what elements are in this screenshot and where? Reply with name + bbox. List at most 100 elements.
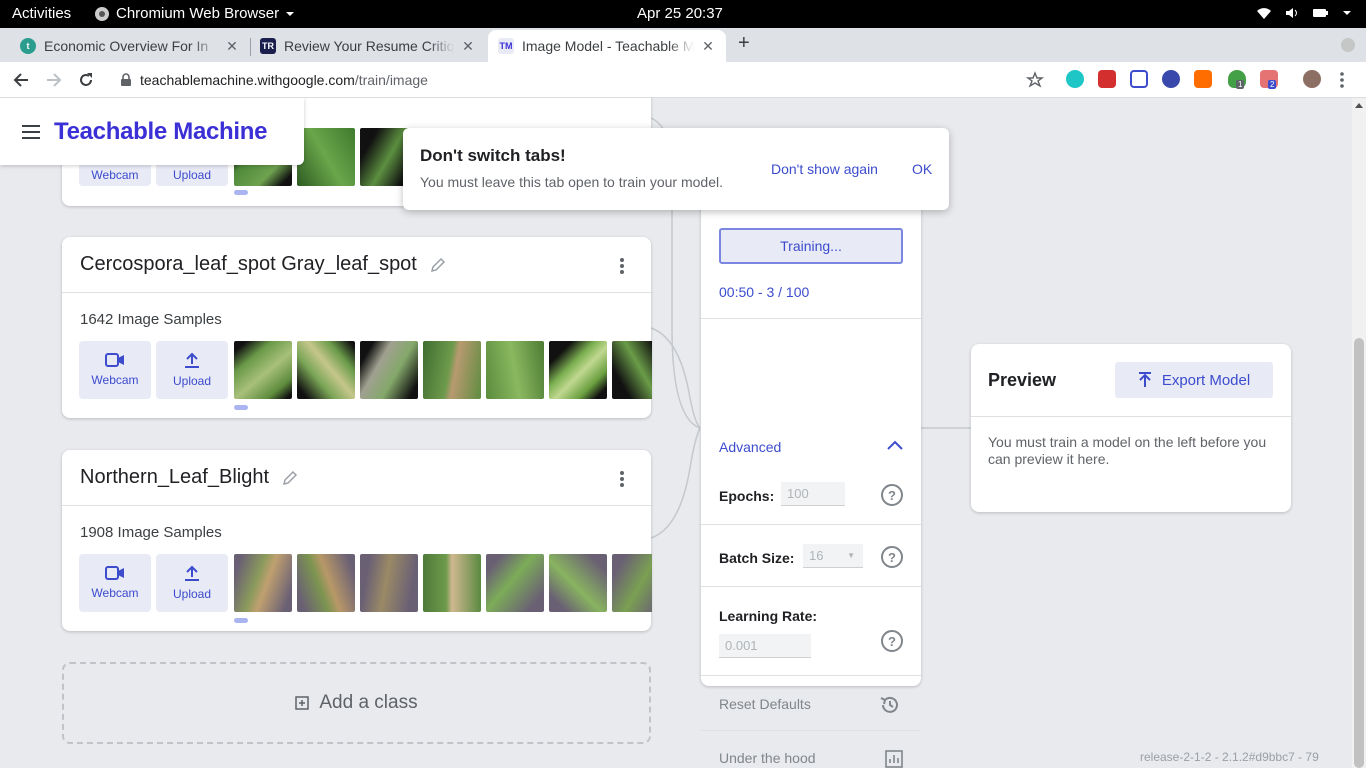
history-icon[interactable] [879, 694, 901, 716]
class-name[interactable]: Northern_Leaf_Blight [80, 466, 269, 489]
add-class-button[interactable]: Add a class [62, 662, 651, 744]
class-options-icon[interactable] [619, 257, 625, 275]
back-icon[interactable] [12, 71, 30, 89]
tab-title: Review Your Resume Critiq [284, 38, 454, 54]
app-menu[interactable]: Chromium Web Browser [94, 5, 295, 22]
webcam-button[interactable]: Webcam [79, 554, 151, 612]
profile-status-icon[interactable] [1340, 37, 1356, 53]
sample-image[interactable] [297, 128, 355, 186]
upload-label: Upload [172, 587, 212, 601]
tab-favicon-icon: TM [498, 38, 514, 54]
train-model-button[interactable]: Training... [719, 228, 903, 264]
extension-icon[interactable] [1162, 70, 1180, 88]
extension-icon[interactable]: 2 [1260, 70, 1278, 89]
activities-button[interactable]: Activities [12, 5, 71, 22]
release-version: release-2-1-2 - 2.1.2#d9bbc7 - 79 [1140, 750, 1319, 764]
batch-size-select[interactable]: 16 ▼ [803, 544, 863, 568]
upload-label: Upload [172, 374, 212, 388]
sample-image[interactable] [549, 341, 607, 399]
tab-image-model[interactable]: TM Image Model - Teachable M ✕ [488, 30, 726, 62]
page-scrollbar[interactable] [1352, 98, 1366, 768]
reload-icon[interactable] [77, 71, 95, 89]
sample-image[interactable] [297, 554, 355, 612]
close-icon[interactable]: ✕ [460, 38, 476, 55]
webcam-button[interactable]: Webcam [79, 341, 151, 399]
extension-icon[interactable] [1066, 70, 1084, 88]
extension-icon[interactable] [1098, 70, 1116, 88]
avatar[interactable] [1303, 70, 1321, 88]
sample-image[interactable] [612, 554, 652, 612]
sample-image[interactable] [234, 554, 292, 612]
tab-economic-overview[interactable]: t Economic Overview For In ✕ [10, 30, 250, 62]
learning-rate-input[interactable]: 0.001 [719, 634, 811, 658]
advanced-toggle[interactable]: Advanced [719, 439, 781, 455]
bookmark-star-icon[interactable] [1026, 71, 1044, 89]
sample-image[interactable] [486, 554, 544, 612]
reset-defaults-button[interactable]: Reset Defaults [719, 696, 811, 712]
extension-icon[interactable] [1194, 70, 1212, 88]
kebab-menu-icon[interactable] [1335, 71, 1349, 89]
sample-thumbnails [234, 554, 652, 612]
ok-button[interactable]: OK [912, 161, 932, 177]
epochs-input[interactable]: 100 [781, 482, 845, 506]
bar-chart-icon[interactable] [885, 750, 903, 768]
scroll-up-arrow-icon[interactable] [1355, 102, 1363, 108]
class-header: Northern_Leaf_Blight [62, 450, 651, 506]
lock-icon[interactable] [120, 73, 132, 87]
new-tab-button[interactable]: + [738, 32, 750, 55]
app-header: Teachable Machine [0, 98, 304, 165]
export-model-button[interactable]: Export Model [1115, 362, 1273, 398]
chevron-up-icon[interactable] [887, 440, 903, 450]
sample-image[interactable] [360, 554, 418, 612]
url-path: /train/image [354, 72, 428, 88]
address-bar[interactable]: teachablemachine.withgoogle.com/train/im… [108, 66, 1058, 94]
chevron-down-icon [286, 11, 295, 16]
close-icon[interactable]: ✕ [700, 38, 716, 55]
close-icon[interactable]: ✕ [224, 38, 240, 55]
under-the-hood-button[interactable]: Under the hood [719, 750, 816, 766]
scrollbar-thumb[interactable] [1354, 338, 1364, 768]
extension-icon[interactable] [1130, 70, 1148, 88]
extension-icon[interactable]: 1 [1228, 70, 1246, 89]
scroll-indicator[interactable] [234, 405, 248, 410]
learning-rate-label: Learning Rate: [719, 608, 818, 624]
tab-review-resume[interactable]: TR Review Your Resume Critiq ✕ [250, 30, 486, 62]
extension-badge: 1 [1236, 80, 1245, 89]
help-icon[interactable]: ? [881, 484, 903, 506]
brand-logo[interactable]: Teachable Machine [54, 118, 268, 146]
sample-thumbnails [234, 341, 652, 399]
extension-badge: 2 [1268, 80, 1277, 89]
edit-pencil-icon[interactable] [429, 256, 447, 274]
sample-image[interactable] [297, 341, 355, 399]
dropdown-arrow-icon: ▼ [847, 551, 855, 560]
menu-icon[interactable] [22, 124, 40, 139]
chevron-down-icon [1343, 11, 1351, 15]
sample-image[interactable] [423, 554, 481, 612]
upload-button[interactable]: Upload [156, 554, 228, 612]
help-icon[interactable]: ? [881, 546, 903, 568]
upload-label: Upload [172, 168, 212, 182]
class-card: Northern_Leaf_Blight 1908 Image Samples … [62, 450, 652, 631]
upload-button[interactable]: Upload [156, 341, 228, 399]
system-tray[interactable] [1256, 6, 1352, 20]
help-icon[interactable]: ? [881, 630, 903, 652]
sample-image[interactable] [234, 341, 292, 399]
edit-pencil-icon[interactable] [281, 469, 299, 487]
sample-image[interactable] [486, 341, 544, 399]
page-content: Webcam Upload Teachable Machine Cercospo… [0, 98, 1352, 768]
forward-icon[interactable] [45, 71, 63, 89]
class-card: Cercospora_leaf_spot Gray_leaf_spot 1642… [62, 237, 652, 418]
volume-icon [1286, 8, 1297, 18]
sample-image[interactable] [423, 341, 481, 399]
sample-image[interactable] [612, 341, 652, 399]
training-panel: Training... 00:50 - 3 / 100 Advanced Epo… [701, 198, 921, 768]
clock[interactable]: Apr 25 20:37 [637, 5, 723, 22]
class-name[interactable]: Cercospora_leaf_spot Gray_leaf_spot [80, 253, 417, 276]
dont-show-again-button[interactable]: Don't show again [771, 161, 878, 177]
class-options-icon[interactable] [619, 470, 625, 488]
dialog-title: Don't switch tabs! [420, 146, 566, 165]
sample-image[interactable] [360, 341, 418, 399]
sample-image[interactable] [549, 554, 607, 612]
scroll-indicator[interactable] [234, 618, 248, 623]
scroll-indicator[interactable] [234, 190, 248, 195]
